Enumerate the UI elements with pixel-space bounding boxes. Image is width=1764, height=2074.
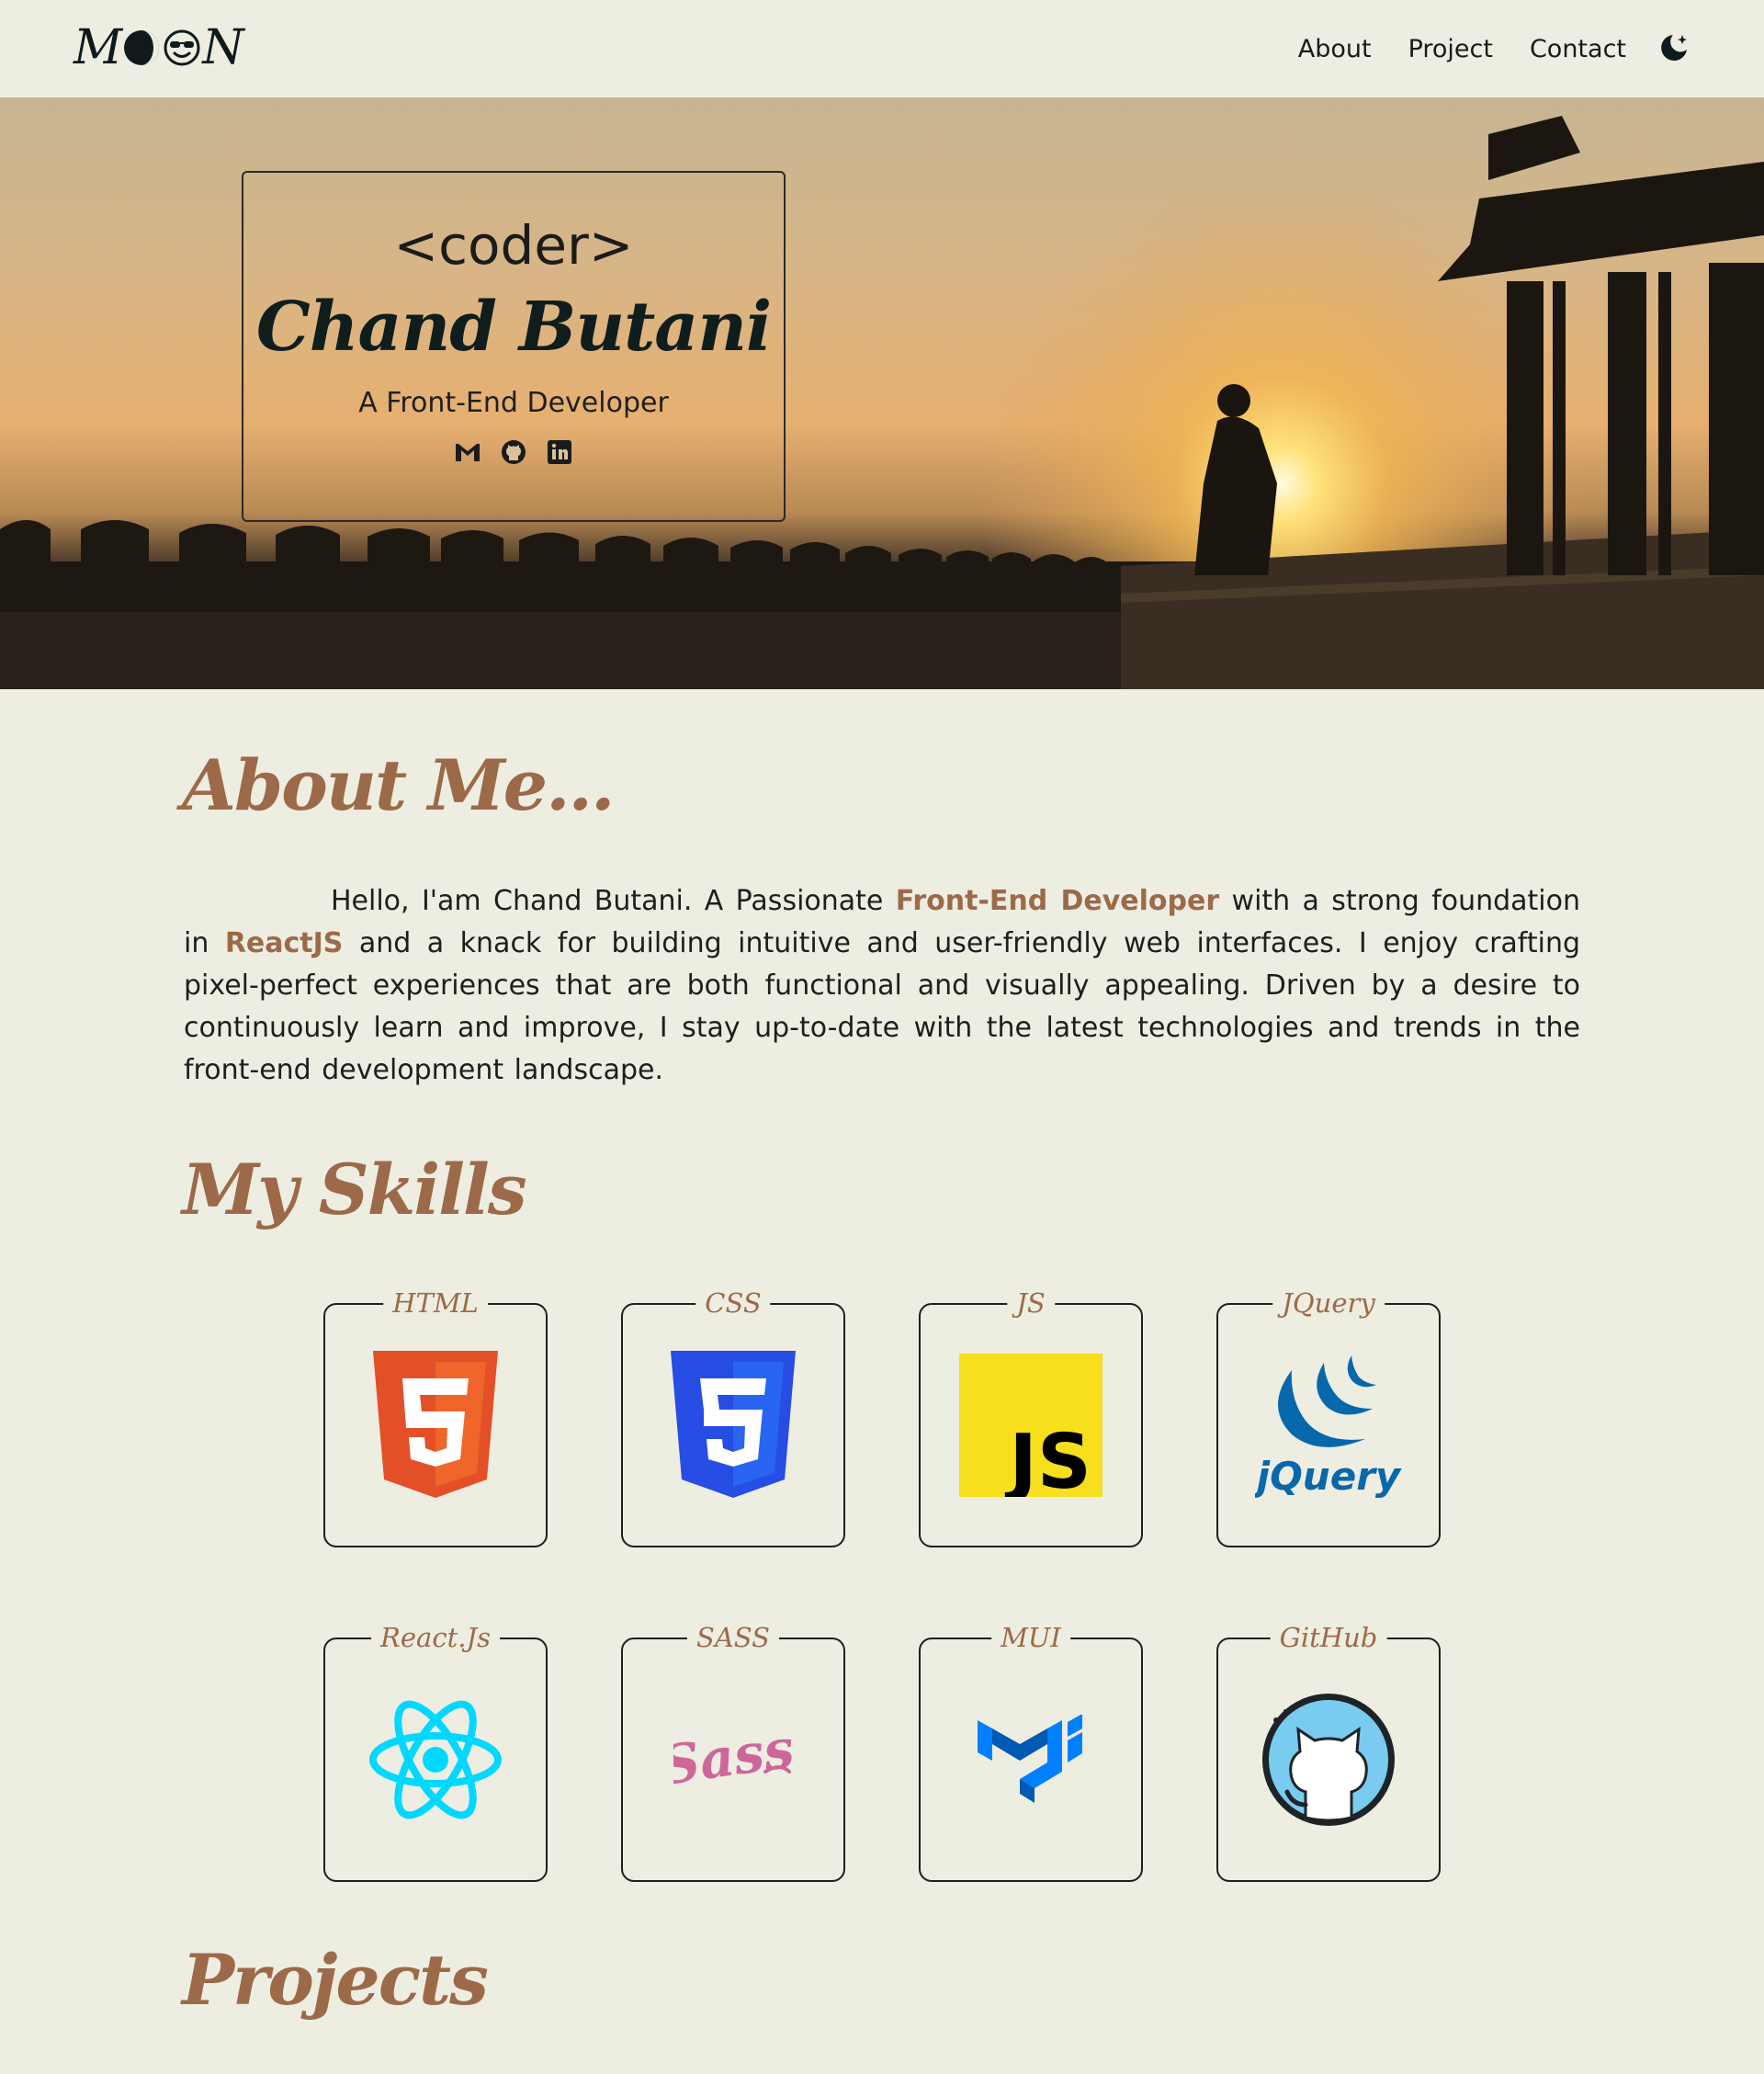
about-paragraph: Hello, I'am Chand Butani. A Passionate F… [184, 880, 1580, 1092]
hero-role: A Front-End Developer [358, 387, 669, 419]
logo-letter-m: M [74, 20, 122, 75]
skill-label: React.Js [371, 1619, 500, 1656]
projects-title: Projects [182, 1939, 489, 2021]
skill-label: GitHub [1270, 1619, 1387, 1656]
about-highlight-reactjs: ReactJS [224, 927, 344, 959]
nav-links: About Project Contact [1298, 28, 1626, 70]
mui-icon [978, 1715, 1082, 1803]
github-octocat-icon [1262, 1694, 1395, 1826]
about-text-part-3: and a knack for building intuitive and u… [184, 927, 1580, 1086]
jquery-icon: jQuery [1255, 1355, 1402, 1499]
moon-o-icon [124, 30, 160, 65]
skills-title: My Skills [182, 1149, 527, 1230]
hero-social-links [243, 437, 784, 467]
skill-label: MUI [991, 1619, 1070, 1656]
skill-card-jquery: JQuery jQuery [1216, 1285, 1441, 1547]
logo-letter-n: N [202, 20, 243, 75]
nav-about-link[interactable]: About [1298, 35, 1372, 63]
javascript-icon: JS [959, 1354, 1102, 1497]
about-title: About Me... [182, 744, 615, 826]
skill-card-react: React.Js [323, 1619, 548, 1882]
about-text-part-1: Hello, I'am Chand Butani. A Passionate [331, 885, 896, 917]
skill-label: HTML [383, 1285, 488, 1321]
linkedin-icon[interactable] [545, 437, 574, 467]
skill-card-mui: MUI [919, 1619, 1143, 1882]
hero-name: Chand Butani [255, 288, 772, 367]
skill-card-github: GitHub [1216, 1619, 1441, 1882]
skill-label: JQuery [1272, 1285, 1385, 1321]
sunglasses-smiley-icon [164, 29, 200, 66]
skill-card-sass: SASS Sass [621, 1619, 845, 1882]
github-icon[interactable] [499, 437, 528, 467]
svg-text:JS: JS [1004, 1419, 1091, 1497]
hero-banner: <coder> Chand Butani A Front-End Develop… [0, 97, 1764, 689]
nav-contact-link[interactable]: Contact [1530, 35, 1626, 63]
css3-icon [671, 1351, 796, 1498]
hero-intro-card: <coder> Chand Butani A Front-End Develop… [242, 171, 786, 522]
html5-icon [373, 1351, 498, 1498]
skill-card-html: HTML [323, 1285, 548, 1547]
skill-card-js: JS JS [919, 1285, 1143, 1547]
about-highlight-role: Front-End Developer [895, 885, 1220, 917]
navbar: M N About Project Contact [0, 0, 1764, 97]
skill-label: SASS [686, 1619, 780, 1656]
sass-icon: Sass [673, 1718, 793, 1797]
react-icon [369, 1700, 502, 1819]
skill-label: JS [1007, 1285, 1055, 1321]
skill-card-css: CSS [621, 1285, 845, 1547]
gmail-icon[interactable] [453, 437, 482, 467]
skill-label: CSS [695, 1285, 771, 1321]
svg-text:jQuery: jQuery [1255, 1454, 1402, 1499]
hero-coder-tag: <coder> [393, 214, 634, 277]
svg-text:Sass: Sass [673, 1718, 793, 1797]
nav-project-link[interactable]: Project [1408, 35, 1493, 63]
site-logo[interactable]: M N [74, 20, 244, 75]
dark-mode-moon-icon[interactable] [1657, 31, 1690, 64]
